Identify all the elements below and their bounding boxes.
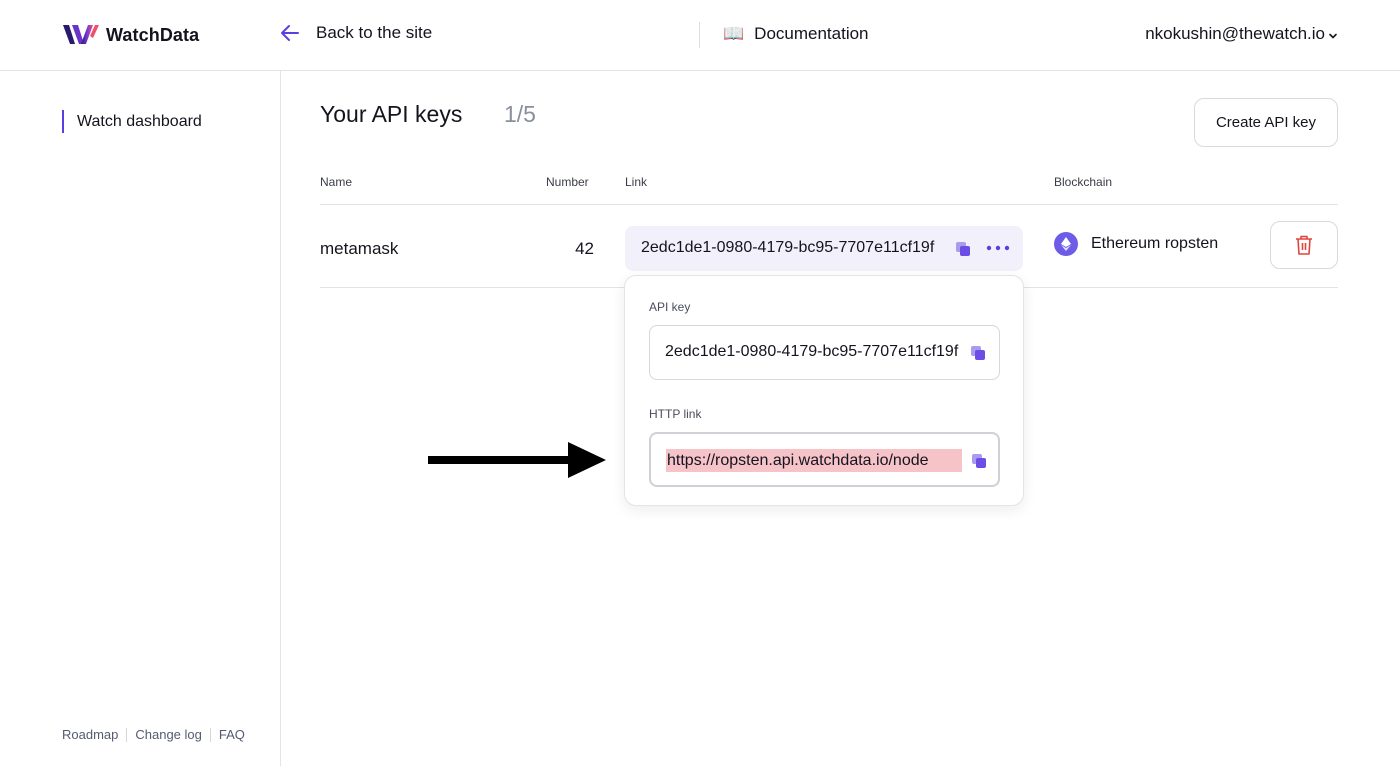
roadmap-link[interactable]: Roadmap (62, 727, 118, 742)
delete-button[interactable] (1270, 221, 1338, 269)
footer-divider (126, 727, 128, 742)
footer-divider (209, 727, 211, 742)
row-name: metamask (320, 239, 399, 258)
sidebar: Watch dashboard Roadmap Change log FAQ (0, 71, 281, 766)
documentation-link[interactable]: 📖 Documentation (723, 22, 869, 46)
http-link-value[interactable]: https://ropsten.api.watchdata.io/node (666, 449, 962, 472)
sidebar-item-watch-dashboard[interactable]: Watch dashboard (62, 110, 202, 133)
header-divider (699, 22, 700, 48)
pointer-arrow-icon (428, 442, 606, 478)
row-link-box[interactable]: 2edc1de1-0980-4179-bc95-7707e11cf19f (625, 226, 1023, 271)
user-email: nkokushin@thewatch.io (1145, 24, 1325, 43)
link-details-popup: API key 2edc1de1-0980-4179-bc95-7707e11c… (624, 275, 1024, 506)
chevron-down-icon (1329, 33, 1337, 39)
book-icon: 📖 (723, 24, 745, 43)
row-link-text: 2edc1de1-0980-4179-bc95-7707e11cf19f (641, 239, 935, 256)
api-key-field[interactable]: 2edc1de1-0980-4179-bc95-7707e11cf19f (649, 325, 1000, 380)
column-header-number: Number (546, 175, 589, 189)
api-key-value[interactable]: 2edc1de1-0980-4179-bc95-7707e11cf19f (665, 343, 961, 361)
copy-icon[interactable] (955, 241, 971, 257)
api-key-count: 1/5 (504, 101, 536, 127)
more-dots-icon[interactable] (986, 240, 1010, 256)
copy-http-link-icon[interactable] (971, 453, 987, 469)
faq-link[interactable]: FAQ (219, 727, 245, 742)
ethereum-icon (1054, 232, 1078, 256)
http-link-field[interactable]: https://ropsten.api.watchdata.io/node (649, 432, 1000, 487)
blockchain-label: Ethereum ropsten (1091, 235, 1219, 252)
documentation-label: Documentation (754, 24, 869, 43)
column-header-blockchain: Blockchain (1054, 175, 1113, 189)
http-link-label: HTTP link (649, 407, 702, 421)
table-header-divider (320, 204, 1338, 205)
row-number: 42 (575, 239, 594, 258)
row-blockchain: Ethereum ropsten (1054, 232, 1218, 256)
column-header-name: Name (320, 175, 353, 189)
back-arrow-icon (281, 25, 299, 41)
api-key-label: API key (649, 300, 691, 314)
user-menu[interactable]: nkokushin@thewatch.io (1145, 24, 1338, 44)
back-label: Back to the site (316, 23, 433, 42)
logo-text: WatchData (106, 24, 200, 45)
trash-icon (1296, 235, 1312, 255)
page-title: Your API keys (320, 101, 463, 127)
column-header-link: Link (625, 175, 648, 189)
watchdata-logo-icon (63, 25, 99, 44)
back-to-site-link[interactable]: Back to the site (279, 22, 432, 44)
copy-api-key-icon[interactable] (970, 345, 986, 361)
sidebar-footer-links: Roadmap Change log FAQ (62, 727, 245, 742)
logo[interactable]: WatchData (62, 22, 199, 48)
top-header: WatchData Back to the site 📖 Documentati… (0, 0, 1400, 71)
create-api-key-button[interactable]: Create API key (1194, 98, 1338, 147)
changelog-link[interactable]: Change log (135, 727, 202, 742)
